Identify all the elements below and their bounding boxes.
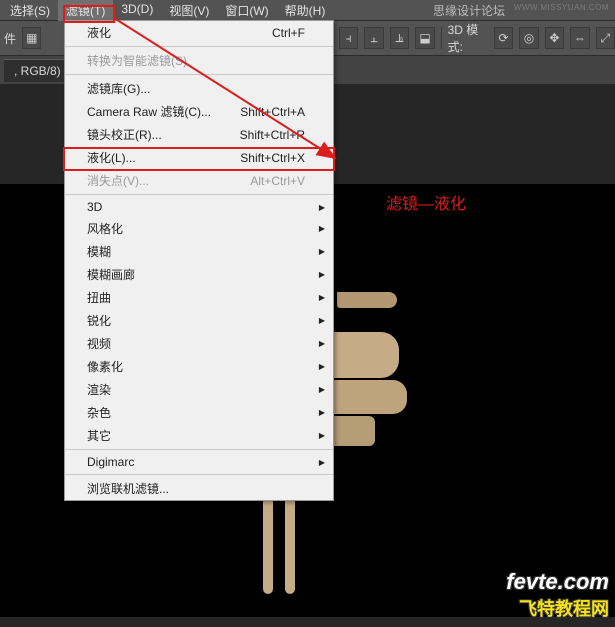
menu-filter[interactable]: 滤镜(T) xyxy=(58,0,113,21)
menu-noise-submenu[interactable]: 杂色 ▶ xyxy=(65,401,333,424)
menu-items: 选择(S) 滤镜(T) 3D(D) 视图(V) 窗口(W) 帮助(H) xyxy=(0,0,333,21)
menu-label: 3D xyxy=(87,200,102,214)
menu-lens-correction[interactable]: 镜头校正(R)... Shift+Ctrl+R xyxy=(65,123,333,146)
menu-label: Digimarc xyxy=(87,455,134,469)
menu-label: 其它 xyxy=(87,427,111,444)
logo-sub: 飞特教程网 xyxy=(506,595,609,621)
submenu-arrow-icon: ▶ xyxy=(319,431,325,440)
submenu-arrow-icon: ▶ xyxy=(319,293,325,302)
3d-slide-icon[interactable]: ⇔ xyxy=(570,27,589,49)
3d-scale-icon[interactable]: ⤢ xyxy=(596,27,615,49)
menu-window[interactable]: 窗口(W) xyxy=(217,0,276,21)
logo-main: fevte.com xyxy=(506,569,609,595)
filter-dropdown: 液化 Ctrl+F 转换为智能滤镜(S) 滤镜库(G)... Camera Ra… xyxy=(64,20,334,501)
annotation-text: 滤镜—液化 xyxy=(386,190,466,214)
menu-render-submenu[interactable]: 渲染 ▶ xyxy=(65,378,333,401)
menu-label: 转换为智能滤镜(S) xyxy=(87,52,187,69)
menu-label: 浏览联机滤镜... xyxy=(87,480,169,497)
menu-blur-gallery-submenu[interactable]: 模糊画廊 ▶ xyxy=(65,263,333,286)
menu-blur-submenu[interactable]: 模糊 ▶ xyxy=(65,240,333,263)
menu-video-submenu[interactable]: 视频 ▶ xyxy=(65,332,333,355)
menu-select[interactable]: 选择(S) xyxy=(2,0,58,21)
dog-head xyxy=(337,292,397,308)
menu-browse-online[interactable]: 浏览联机滤镜... xyxy=(65,477,333,500)
menu-separator xyxy=(65,194,333,195)
submenu-arrow-icon: ▶ xyxy=(319,458,325,467)
menu-pixelate-submenu[interactable]: 像素化 ▶ xyxy=(65,355,333,378)
submenu-arrow-icon: ▶ xyxy=(319,385,325,394)
submenu-arrow-icon: ▶ xyxy=(319,339,325,348)
menu-separator xyxy=(65,449,333,450)
menu-separator xyxy=(65,74,333,75)
submenu-arrow-icon: ▶ xyxy=(319,203,325,212)
align-icon-2[interactable]: ⫞ xyxy=(339,27,358,49)
menu-digimarc-submenu[interactable]: Digimarc ▶ xyxy=(65,452,333,472)
menu-separator xyxy=(65,46,333,47)
menu-camera-raw[interactable]: Camera Raw 滤镜(C)... Shift+Ctrl+A xyxy=(65,100,333,123)
menu-label: 渲染 xyxy=(87,381,111,398)
menu-3d[interactable]: 3D(D) xyxy=(113,0,161,21)
menu-sharpen-submenu[interactable]: 锐化 ▶ xyxy=(65,309,333,332)
menu-vanishing-point: 消失点(V)... Alt+Ctrl+V xyxy=(65,169,333,192)
submenu-arrow-icon: ▶ xyxy=(319,270,325,279)
3d-roll-icon[interactable]: ◎ xyxy=(519,27,538,49)
menu-separator xyxy=(65,474,333,475)
menu-shortcut: Shift+Ctrl+X xyxy=(240,151,305,165)
menu-shortcut: Ctrl+F xyxy=(272,26,305,40)
menu-other-submenu[interactable]: 其它 ▶ xyxy=(65,424,333,447)
menu-liquify[interactable]: 液化(L)... Shift+Ctrl+X xyxy=(65,146,333,169)
menu-label: 锐化 xyxy=(87,312,111,329)
file-label: 件 xyxy=(4,30,16,47)
menu-shortcut: Shift+Ctrl+A xyxy=(240,105,305,119)
menu-shortcut: Shift+Ctrl+R xyxy=(240,128,305,142)
separator xyxy=(441,27,442,49)
menu-label: 模糊画廊 xyxy=(87,266,135,283)
menu-label: 像素化 xyxy=(87,358,123,375)
menu-label: Camera Raw 滤镜(C)... xyxy=(87,103,211,120)
menu-3d-submenu[interactable]: 3D ▶ xyxy=(65,197,333,217)
menu-label: 液化 xyxy=(87,24,111,41)
menu-convert-smart-filter: 转换为智能滤镜(S) xyxy=(65,49,333,72)
menu-label: 液化(L)... xyxy=(87,149,136,166)
submenu-arrow-icon: ▶ xyxy=(319,316,325,325)
menu-last-filter[interactable]: 液化 Ctrl+F xyxy=(65,21,333,44)
menu-distort-submenu[interactable]: 扭曲 ▶ xyxy=(65,286,333,309)
submenu-arrow-icon: ▶ xyxy=(319,224,325,233)
grid-icon[interactable]: ▦ xyxy=(22,27,41,49)
menu-label: 扭曲 xyxy=(87,289,111,306)
3d-mode-label: 3D 模式: xyxy=(448,21,488,55)
menu-label: 杂色 xyxy=(87,404,111,421)
3d-pan-icon[interactable]: ✥ xyxy=(545,27,564,49)
align-icon-3[interactable]: ⫠ xyxy=(364,27,383,49)
menu-filter-gallery[interactable]: 滤镜库(G)... xyxy=(65,77,333,100)
menu-label: 风格化 xyxy=(87,220,123,237)
menu-label: 镜头校正(R)... xyxy=(87,126,162,143)
menu-label: 模糊 xyxy=(87,243,111,260)
submenu-arrow-icon: ▶ xyxy=(319,247,325,256)
menu-label: 滤镜库(G)... xyxy=(87,80,150,97)
watermark-url: WWW.MISSYUAN.COM xyxy=(514,3,609,12)
submenu-arrow-icon: ▶ xyxy=(319,408,325,417)
menu-shortcut: Alt+Ctrl+V xyxy=(250,174,305,188)
watermark-forum: 思缘设计论坛 xyxy=(433,2,505,19)
menu-label: 视频 xyxy=(87,335,111,352)
site-logo: fevte.com 飞特教程网 xyxy=(506,569,609,621)
distribute-icon-2[interactable]: ⬓ xyxy=(415,27,434,49)
menubar: 选择(S) 滤镜(T) 3D(D) 视图(V) 窗口(W) 帮助(H) 思缘设计… xyxy=(0,0,615,20)
menu-view[interactable]: 视图(V) xyxy=(161,0,217,21)
distribute-icon-1[interactable]: ⫡ xyxy=(390,27,409,49)
menu-help[interactable]: 帮助(H) xyxy=(277,0,334,21)
menu-label: 消失点(V)... xyxy=(87,172,149,189)
3d-orbit-icon[interactable]: ⟳ xyxy=(494,27,513,49)
menu-stylize-submenu[interactable]: 风格化 ▶ xyxy=(65,217,333,240)
submenu-arrow-icon: ▶ xyxy=(319,362,325,371)
